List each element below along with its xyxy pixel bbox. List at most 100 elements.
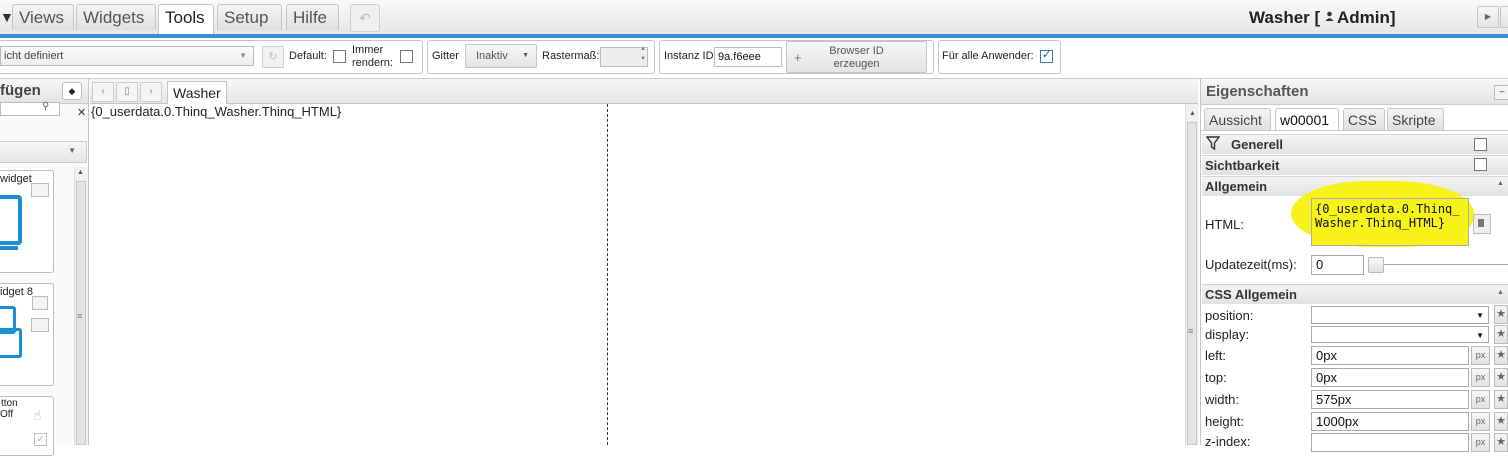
tab-views[interactable]: Views <box>12 4 74 30</box>
width-input[interactable]: 575px <box>1311 390 1469 409</box>
widget-filter-input[interactable] <box>0 102 60 116</box>
immer-label-line1: Immer <box>352 44 384 56</box>
view-html-content[interactable]: {0_userdata.0.Thinq_Washer.Thinq_HTML} <box>91 104 341 119</box>
widget-card-2[interactable]: idget 8 <box>0 283 54 386</box>
sichtbarkeit-checkbox[interactable] <box>1474 158 1487 171</box>
browser-id-label-2: erzeugen <box>833 58 880 70</box>
fuer-alle-label: Für alle Anwender: <box>942 50 1034 62</box>
zindex-star-button[interactable]: ★ <box>1494 433 1508 452</box>
position-label: position: <box>1205 308 1254 323</box>
fuer-alle-checkbox[interactable]: ✓ <box>1040 49 1053 63</box>
edit-html-button[interactable] <box>1473 214 1491 234</box>
tag-button[interactable]: ◆ <box>62 82 82 100</box>
widget-card-1[interactable]: widget <box>0 170 54 273</box>
chevron-down-icon: ▼ <box>239 51 247 60</box>
top-unit-button[interactable]: px <box>1471 368 1490 387</box>
view-select-value: icht definiert <box>4 50 64 62</box>
height-input[interactable]: 1000px <box>1311 412 1469 431</box>
left-unit-button[interactable]: px <box>1471 346 1490 365</box>
view-select[interactable]: icht definiert ▼ <box>0 46 254 66</box>
top-input[interactable]: 0px <box>1311 368 1469 387</box>
default-checkbox[interactable] <box>333 50 346 63</box>
tab-setup[interactable]: Setup <box>217 4 282 30</box>
zindex-label: z-index: <box>1205 434 1251 449</box>
position-star-button[interactable]: ★ <box>1494 305 1508 324</box>
chevron-up-icon[interactable]: ▲ <box>1497 289 1504 296</box>
width-star-button[interactable]: ★ <box>1494 390 1508 409</box>
widget-card-2-label: idget 8 <box>0 286 34 298</box>
html-textarea[interactable]: {0_userdata.0.Thinq_Washer.Thinq_HTML} <box>1311 198 1469 246</box>
left-label: left: <box>1205 348 1226 363</box>
zindex-input[interactable] <box>1311 433 1469 452</box>
tag-icon: ◆ <box>68 86 76 96</box>
generell-checkbox[interactable] <box>1474 138 1487 151</box>
height-unit-button[interactable]: px <box>1471 412 1490 431</box>
position-select[interactable]: ▼ <box>1311 306 1489 324</box>
widget-preview-icon-2 <box>0 328 22 358</box>
chevron-left-icon: ‹ <box>101 86 105 97</box>
tab-skripte[interactable]: Skripte <box>1387 108 1444 130</box>
updatezeit-slider-track[interactable] <box>1368 264 1508 265</box>
top-star-button[interactable]: ★ <box>1494 368 1508 387</box>
width-unit-button[interactable]: px <box>1471 390 1490 409</box>
copy-icon <box>32 296 48 310</box>
app-title: Washer [ Admin] <box>1249 8 1396 28</box>
close-icon[interactable]: ✕ <box>77 106 86 119</box>
title-user: Admin] <box>1336 8 1396 27</box>
widget-panel-scrollbar[interactable]: ▲ ≡ <box>74 167 88 445</box>
left-input[interactable]: 0px <box>1311 346 1469 365</box>
play-button[interactable]: ▶ <box>1477 6 1499 28</box>
widget-card-3[interactable]: tton Off ☝ ✓ <box>0 396 54 456</box>
chevron-up-icon[interactable]: ▲ <box>1497 180 1504 187</box>
refresh-button[interactable]: ↻ <box>262 46 284 68</box>
undo-button[interactable]: ↶ <box>350 4 380 32</box>
top-label: top: <box>1205 370 1227 385</box>
clipboard-button[interactable]: ▯ <box>116 82 138 102</box>
updatezeit-slider-handle[interactable] <box>1368 257 1384 273</box>
view-tab-bar <box>90 79 1198 104</box>
canvas-scrollbar[interactable]: ▲ ≡ <box>1185 104 1199 445</box>
widget-preview-icon <box>0 195 22 245</box>
chevron-down-icon: ▼ <box>1476 311 1484 320</box>
widget-card-1-label: widget <box>0 173 32 185</box>
gitter-select[interactable]: Inaktiv ▼ <box>465 44 537 68</box>
gitter-value: Inaktiv <box>476 50 508 62</box>
tab-widgets[interactable]: Widgets <box>76 4 156 30</box>
widget-panel-title: fügen <box>0 82 41 99</box>
filter-icon[interactable] <box>1205 136 1221 153</box>
tab-w00001[interactable]: w00001 <box>1275 108 1339 130</box>
zindex-unit-button[interactable]: px <box>1471 433 1490 452</box>
immer-label-line2: rendern: <box>352 57 393 69</box>
gitter-label: Gitter <box>432 50 459 62</box>
scroll-up-icon: ▲ <box>1189 110 1196 117</box>
undo-icon: ↶ <box>359 10 371 26</box>
left-star-button[interactable]: ★ <box>1494 346 1508 365</box>
collapse-button[interactable]: – <box>1494 85 1508 100</box>
monitor-icon <box>31 318 49 332</box>
instanz-input[interactable]: 9a.f6eee <box>714 47 782 67</box>
scrollbar-thumb[interactable] <box>1187 122 1197 445</box>
updatezeit-input[interactable]: 0 <box>1311 255 1364 275</box>
tab-css[interactable]: CSS <box>1343 108 1385 130</box>
next-button[interactable] <box>1500 6 1508 28</box>
next-view-button[interactable]: › <box>140 82 162 102</box>
tab-tools[interactable]: Tools <box>158 4 214 34</box>
immer-rendern-checkbox[interactable] <box>400 50 413 63</box>
star-icon: ★ <box>1496 436 1506 448</box>
spinner-icon: ▲ ▼ <box>640 46 646 62</box>
display-select[interactable]: ▼ <box>1311 326 1489 343</box>
star-icon: ★ <box>1496 371 1506 383</box>
browser-id-label-1: Browser ID <box>829 45 884 57</box>
display-star-button[interactable]: ★ <box>1494 325 1508 344</box>
refresh-icon: ↻ <box>268 51 278 63</box>
browser-id-button[interactable]: + Browser ID erzeugen <box>786 41 927 73</box>
tab-aussicht[interactable]: Aussicht <box>1204 108 1271 130</box>
edit-icon <box>1478 219 1484 227</box>
widget-set-select[interactable]: ▼ <box>0 141 87 163</box>
view-tab-washer[interactable]: Washer <box>167 81 227 104</box>
prev-view-button[interactable]: ‹ <box>92 82 114 102</box>
rastermass-input[interactable]: ▲ ▼ <box>600 46 648 67</box>
tab-hilfe[interactable]: Hilfe <box>286 4 339 30</box>
height-star-button[interactable]: ★ <box>1494 412 1508 431</box>
default-label: Default: <box>289 50 327 62</box>
